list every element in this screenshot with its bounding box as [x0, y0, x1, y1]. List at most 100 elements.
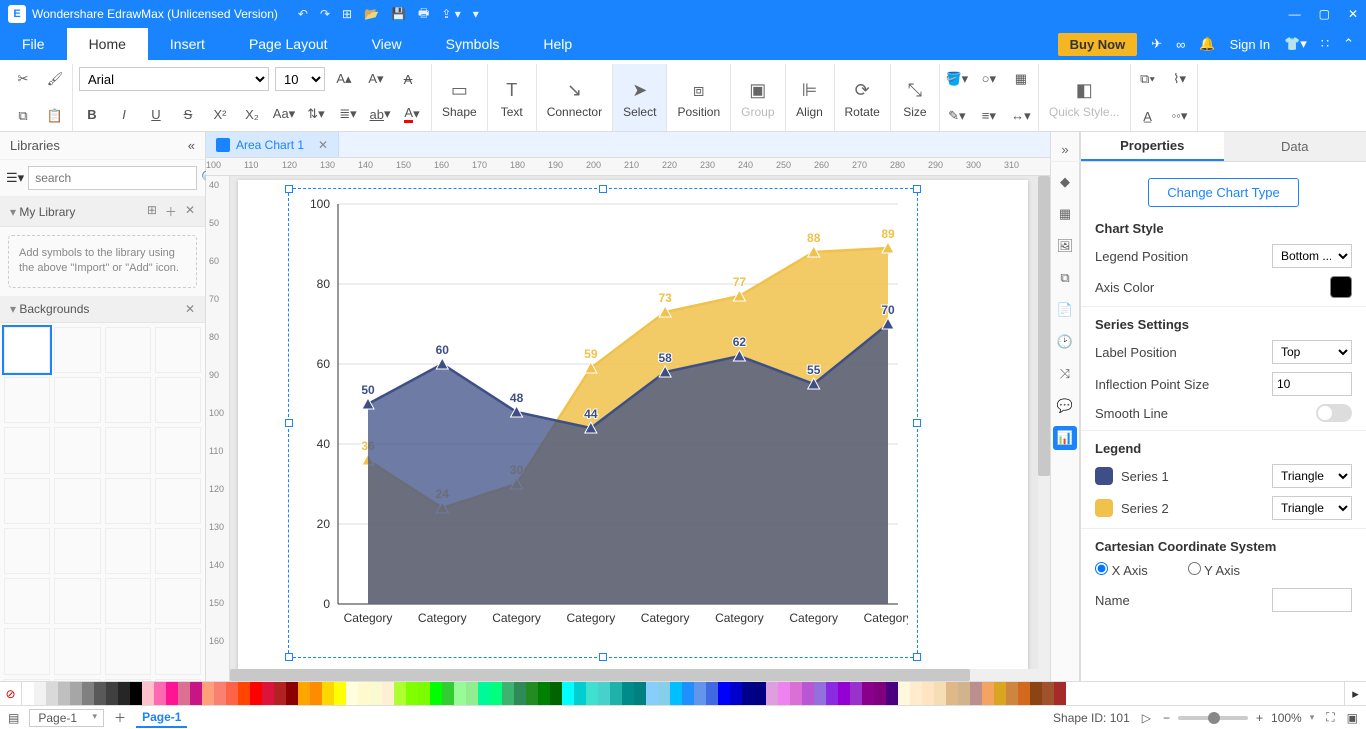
color-swatch[interactable]	[70, 682, 82, 705]
bg-thumb[interactable]	[155, 628, 201, 674]
change-chart-type-button[interactable]: Change Chart Type	[1148, 178, 1299, 207]
color-swatch[interactable]	[46, 682, 58, 705]
backgrounds-label[interactable]: Backgrounds	[19, 302, 89, 316]
resize-handle[interactable]	[599, 653, 607, 661]
bg-thumb[interactable]	[54, 679, 100, 681]
color-swatch[interactable]	[1018, 682, 1030, 705]
line-style-icon[interactable]: ≡▾	[976, 103, 1002, 129]
color-swatch[interactable]	[370, 682, 382, 705]
canvas[interactable]: 0204060801003624305973778889506048445862…	[230, 176, 1050, 681]
bg-thumb[interactable]	[105, 578, 151, 624]
page-icon[interactable]: 📄	[1053, 298, 1077, 322]
color-swatch[interactable]	[214, 682, 226, 705]
color-swatch[interactable]	[490, 682, 502, 705]
color-swatch[interactable]	[958, 682, 970, 705]
color-swatch[interactable]	[598, 682, 610, 705]
color-swatch[interactable]	[382, 682, 394, 705]
text-tool[interactable]: TText	[488, 64, 537, 131]
superscript-icon[interactable]: X²	[207, 101, 233, 127]
color-swatch[interactable]	[442, 682, 454, 705]
tab-file[interactable]: File	[0, 28, 67, 60]
color-swatch[interactable]	[574, 682, 586, 705]
layout-icon[interactable]: ▦	[1053, 202, 1077, 226]
image-icon[interactable]: 🖼	[1053, 234, 1077, 258]
color-swatch[interactable]	[898, 682, 910, 705]
bg-thumb[interactable]	[54, 377, 100, 423]
add-page-icon[interactable]: ＋	[114, 709, 126, 726]
color-swatch[interactable]	[586, 682, 598, 705]
qat-more-icon[interactable]: ▾	[473, 7, 479, 21]
case-icon[interactable]: Aa▾	[271, 101, 297, 127]
resize-handle[interactable]	[285, 653, 293, 661]
zoom-level[interactable]: 100%	[1271, 711, 1302, 725]
select-similar-icon[interactable]: ⧉▾	[1135, 66, 1161, 92]
fit-page-icon[interactable]: ⛶	[1326, 710, 1334, 725]
fill-icon[interactable]: 🪣▾	[944, 66, 970, 92]
new-icon[interactable]: ⊞	[342, 7, 352, 21]
color-swatch[interactable]	[274, 682, 286, 705]
color-swatch[interactable]	[154, 682, 166, 705]
tab-view[interactable]: View	[350, 28, 424, 60]
color-swatch[interactable]	[646, 682, 658, 705]
rotate-tool[interactable]: ⟳Rotate	[835, 64, 891, 131]
color-swatch[interactable]	[562, 682, 574, 705]
color-swatch[interactable]	[202, 682, 214, 705]
collapse-ribbon-icon[interactable]: ⌃	[1343, 36, 1354, 52]
color-swatch[interactable]	[766, 682, 778, 705]
shape-style-icon[interactable]: ○▾	[976, 66, 1002, 92]
color-swatch[interactable]	[34, 682, 46, 705]
arrows-icon[interactable]: ↔▾	[1008, 103, 1034, 129]
bg-thumb[interactable]	[4, 327, 50, 373]
clear-format-icon[interactable]: A	[395, 66, 421, 92]
color-swatch[interactable]	[322, 682, 334, 705]
color-swatch[interactable]	[298, 682, 310, 705]
shuffle-icon[interactable]: ⤨	[1053, 362, 1077, 386]
color-swatch[interactable]	[346, 682, 358, 705]
remove-bg-icon[interactable]: ✕	[185, 302, 195, 316]
color-swatch[interactable]	[538, 682, 550, 705]
highlight-icon[interactable]: A̲	[1135, 103, 1161, 129]
theme-style-icon[interactable]: ◆	[1053, 170, 1077, 194]
document-tab[interactable]: Area Chart 1 ✕	[206, 132, 339, 157]
color-swatch[interactable]	[358, 682, 370, 705]
color-swatch[interactable]	[718, 682, 730, 705]
color-swatch[interactable]	[250, 682, 262, 705]
no-fill-icon[interactable]: ⊘	[0, 682, 22, 705]
tab-data[interactable]: Data	[1224, 132, 1366, 161]
axis-name-input[interactable]	[1272, 588, 1352, 612]
line-icon[interactable]: ✎▾	[944, 103, 970, 129]
color-swatch[interactable]	[334, 682, 346, 705]
current-page-tab[interactable]: Page-1	[136, 708, 187, 728]
library-search-input[interactable]	[28, 166, 197, 190]
print-icon[interactable]: 🖶	[418, 4, 429, 25]
series1-marker-select[interactable]: Triangle	[1272, 464, 1352, 488]
position-tool[interactable]: ⧈Position	[667, 64, 731, 131]
color-swatch[interactable]	[58, 682, 70, 705]
size-tool[interactable]: ⤡Size	[891, 64, 940, 131]
color-swatch[interactable]	[454, 682, 466, 705]
resize-handle[interactable]	[913, 419, 921, 427]
bg-thumb[interactable]	[54, 578, 100, 624]
resize-handle[interactable]	[913, 653, 921, 661]
underline-icon[interactable]: U	[143, 101, 169, 127]
color-swatch[interactable]	[610, 682, 622, 705]
zoom-out-icon[interactable]: −	[1163, 711, 1170, 725]
fullscreen-icon[interactable]: ▣	[1347, 711, 1358, 725]
bg-thumb[interactable]	[54, 427, 100, 473]
library-menu-icon[interactable]: ☰▾	[6, 170, 24, 186]
bg-thumb[interactable]	[105, 427, 151, 473]
bg-thumb[interactable]	[4, 528, 50, 574]
bg-thumb[interactable]	[4, 478, 50, 524]
format-painter-icon[interactable]: 🖌	[42, 66, 68, 92]
color-swatch[interactable]	[82, 682, 94, 705]
comment-icon[interactable]: 💬	[1053, 394, 1077, 418]
color-swatch[interactable]	[910, 682, 922, 705]
apps-icon[interactable]: ∷	[1321, 36, 1329, 52]
color-swatch[interactable]	[178, 682, 190, 705]
signin-link[interactable]: Sign In	[1230, 37, 1270, 52]
legend-position-select[interactable]: Bottom ...	[1272, 244, 1352, 268]
color-swatch[interactable]	[706, 682, 718, 705]
italic-icon[interactable]: I	[111, 101, 137, 127]
font-color-icon[interactable]: A▾	[399, 101, 425, 127]
color-swatch[interactable]	[166, 682, 178, 705]
